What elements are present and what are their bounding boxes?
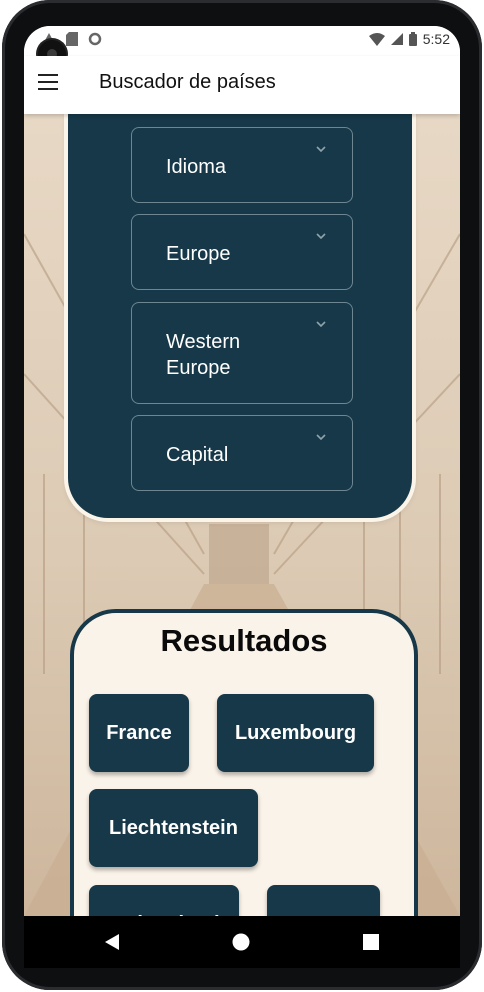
sd-card-icon: [66, 32, 78, 46]
dropdown-subregion[interactable]: Western Europe: [131, 302, 353, 404]
dropdown-region[interactable]: Europe: [131, 214, 353, 290]
home-button[interactable]: [211, 916, 271, 968]
filter-panel: Idioma Europe Western Europe Capital: [68, 66, 412, 518]
chevron-down-icon: [316, 233, 326, 240]
back-button[interactable]: [82, 916, 142, 968]
dropdown-label: Western Europe: [166, 331, 241, 379]
dropdown-label: Idioma: [166, 156, 227, 178]
dropdown-label: Europe: [166, 243, 231, 265]
dropdown-capital[interactable]: Capital: [131, 415, 353, 491]
recents-square-icon: [363, 934, 379, 950]
results-title: Resultados: [160, 623, 328, 658]
signal-icon: [390, 33, 403, 45]
app-bar: Buscador de países: [24, 56, 460, 114]
dropdown-language[interactable]: Idioma: [131, 127, 353, 203]
sync-circle-icon: [88, 32, 102, 46]
navigation-bar: [24, 916, 460, 968]
results-panel: Resultados France Luxembourg Liechtenste…: [70, 609, 418, 916]
app-title: Buscador de países: [99, 71, 276, 93]
menu-icon: [38, 74, 58, 76]
back-triangle-icon: [105, 934, 119, 950]
app-screen: 5:52 Buscador de países Idioma Europe We…: [24, 26, 460, 916]
status-bar: 5:52: [24, 26, 460, 56]
dropdown-label: Capital: [166, 444, 229, 466]
status-time: 5:52: [422, 31, 450, 47]
chevron-down-icon: [316, 434, 326, 441]
recents-button[interactable]: [341, 916, 401, 968]
country-chip[interactable]: Monaco: [267, 885, 380, 916]
wifi-icon: [368, 32, 385, 46]
home-circle-icon: [232, 933, 250, 951]
country-chip[interactable]: Luxembourg: [217, 694, 374, 772]
country-chip[interactable]: Liechtenstein: [89, 789, 258, 867]
menu-button[interactable]: [38, 74, 62, 94]
chevron-down-icon: [316, 321, 326, 328]
battery-icon: [408, 32, 417, 46]
country-chip[interactable]: Switzerland: [89, 885, 239, 916]
chevron-down-icon: [316, 146, 326, 153]
country-chip[interactable]: France: [89, 694, 189, 772]
